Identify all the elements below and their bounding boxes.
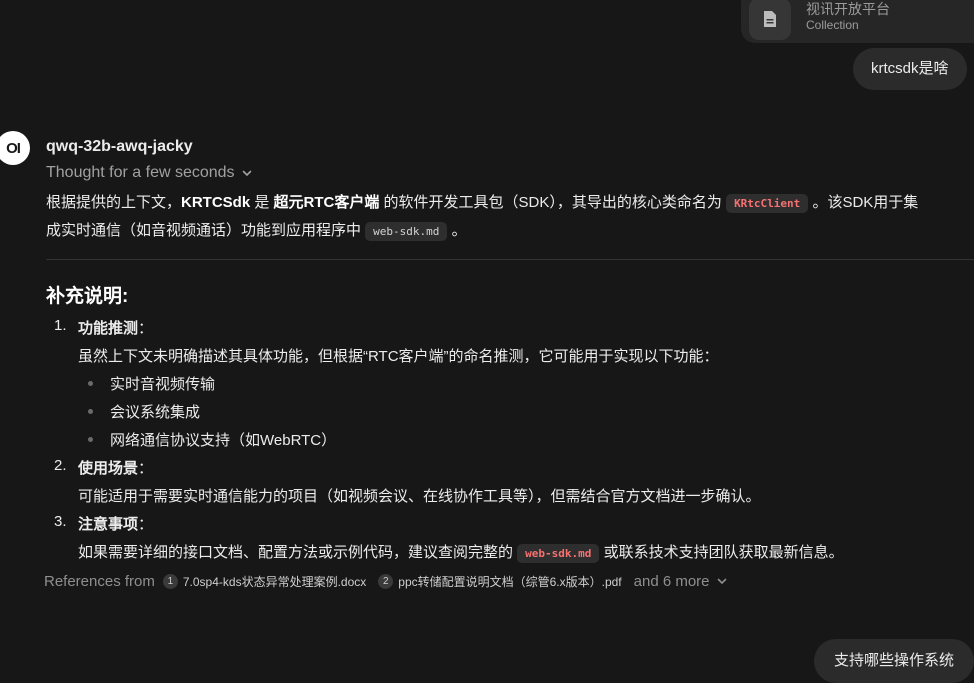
reference-number: 1 — [162, 573, 178, 589]
user-message: 支持哪些操作系统 — [814, 639, 974, 683]
list-item-title: 使用场景 — [78, 460, 139, 477]
list-item-title: 注意事项 — [78, 516, 139, 533]
list-item-text: 如果需要详细的接口文档、配置方法或示例代码，建议查阅完整的 web-sdk.md… — [78, 541, 844, 563]
list-item-text-part: 如果需要详细的接口文档、配置方法或示例代码，建议查阅完整的 — [78, 544, 518, 561]
avatar-text: OI — [6, 139, 21, 157]
references-label: References from — [44, 572, 155, 590]
attachment-card[interactable]: 视讯开放平台 Collection — [741, 0, 974, 43]
intro-text: 的软件开发工具包（SDK），其导出的核心类命名为 — [379, 194, 727, 211]
model-name: qwq-32b-awq-jacky — [46, 138, 193, 155]
list-item-heading: 注意事项： — [78, 513, 153, 534]
bullet-item: 实时音视频传输 — [110, 376, 216, 393]
reference-file[interactable]: 1 7.0sp4-kds状态异常处理案例.docx — [162, 573, 367, 590]
intro-text: 成实时通信（如音视频通话）功能到应用程序中 — [46, 222, 366, 239]
model-avatar: OI — [0, 131, 30, 165]
thought-label: Thought for a few seconds — [46, 164, 235, 181]
list-item-text-part: 或联系技术支持团队获取最新信息。 — [599, 544, 844, 561]
list-number: 3. — [54, 513, 67, 530]
intro-bold-client: 超元RTC客户端 — [273, 194, 380, 211]
list-number: 1. — [54, 317, 67, 334]
intro-bold-sdk: KRTCSdk — [181, 194, 251, 211]
user-message-text: 支持哪些操作系统 — [834, 652, 955, 669]
references-bar: References from 1 7.0sp4-kds状态异常处理案例.doc… — [44, 570, 728, 592]
inline-code: KRtcClient — [726, 194, 809, 213]
list-number: 2. — [54, 457, 67, 474]
inline-code: web-sdk.md — [517, 544, 600, 563]
reference-number: 2 — [378, 573, 394, 589]
section-title: 补充说明: — [46, 286, 129, 307]
document-icon — [749, 0, 791, 40]
attachment-type: Collection — [806, 18, 859, 32]
reference-name: ppc转储配置说明文档（综管6.x版本）.pdf — [398, 574, 622, 589]
references-more-label: and 6 more — [633, 572, 710, 590]
reference-name: 7.0sp4-kds状态异常处理案例.docx — [182, 574, 367, 589]
answer-intro-line-2: 成实时通信（如音视频通话）功能到应用程序中 web-sdk.md 。 — [46, 219, 467, 241]
divider — [46, 259, 974, 260]
reference-file[interactable]: 2 ppc转储配置说明文档（综管6.x版本）.pdf — [378, 573, 622, 590]
intro-text: 。该SDK用于集 — [808, 194, 919, 211]
answer-intro-line-1: 根据提供的上下文，KRTCSdk 是 超元RTC客户端 的软件开发工具包（SDK… — [46, 191, 919, 213]
bullet-dot — [88, 437, 93, 442]
citation-chip[interactable]: web-sdk.md — [365, 222, 448, 241]
thought-toggle[interactable]: Thought for a few seconds — [46, 164, 253, 182]
list-item-title: 功能推测 — [78, 320, 139, 337]
references-more-button[interactable]: and 6 more — [634, 573, 728, 590]
bullet-dot — [88, 409, 93, 414]
list-item-text: 虽然上下文未明确描述其具体功能，但根据“RTC客户端”的命名推测，它可能用于实现… — [78, 348, 719, 365]
intro-text: 根据提供的上下文， — [46, 194, 182, 211]
bullet-dot — [88, 381, 93, 386]
list-item-colon: ： — [138, 320, 154, 337]
list-item-colon: ： — [138, 460, 154, 477]
attachment-title: 视讯开放平台 — [806, 1, 890, 17]
list-item-colon: ： — [138, 516, 154, 533]
user-message: krtcsdk是啥 — [853, 48, 967, 90]
list-item-heading: 使用场景： — [78, 457, 153, 478]
list-item-text: 可能适用于需要实时通信能力的项目（如视频会议、在线协作工具等），但需结合官方文档… — [78, 488, 761, 505]
user-message-text: krtcsdk是啥 — [871, 60, 949, 77]
list-item-heading: 功能推测： — [78, 317, 153, 338]
intro-text: 是 — [250, 194, 274, 211]
bullet-item: 网络通信协议支持（如WebRTC） — [110, 432, 337, 449]
intro-text: 。 — [447, 222, 467, 239]
chevron-down-icon — [242, 170, 251, 177]
bullet-item: 会议系统集成 — [110, 404, 201, 421]
chevron-down-icon — [717, 578, 726, 585]
